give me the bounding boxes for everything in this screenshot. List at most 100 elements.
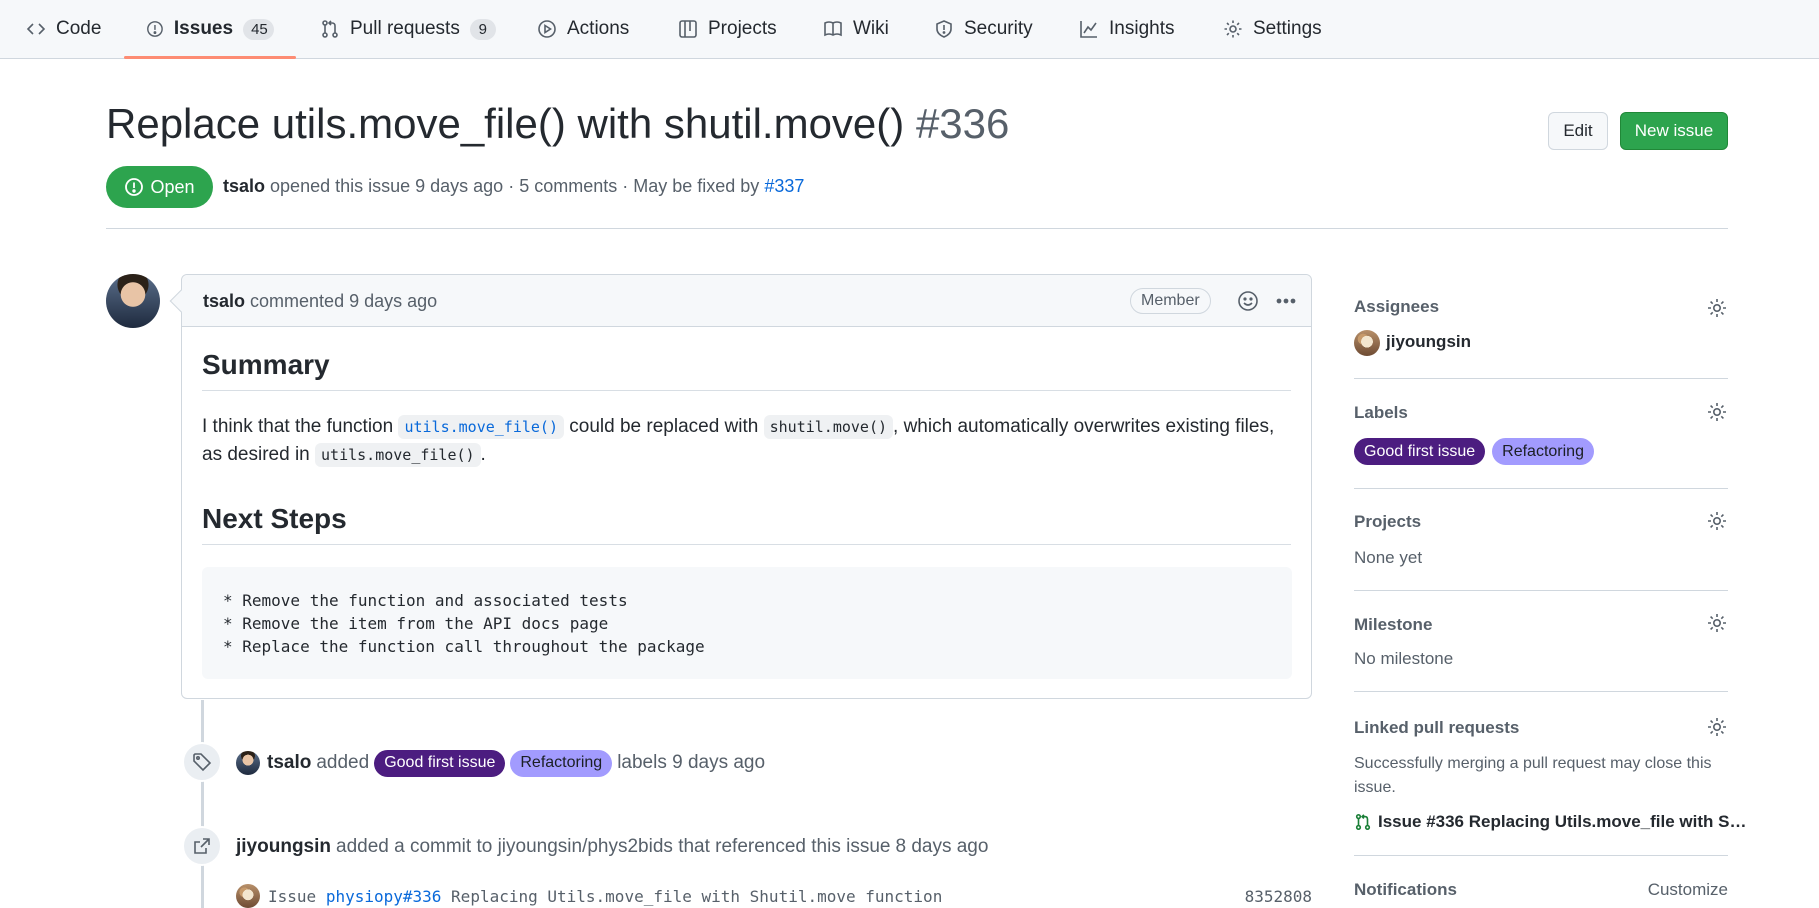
event-verb: added xyxy=(316,752,370,773)
table-icon xyxy=(679,20,697,38)
milestone-value: No milestone xyxy=(1354,649,1454,668)
timeline-badge xyxy=(182,742,222,782)
projects-value: None yet xyxy=(1354,548,1423,567)
tab-label: Security xyxy=(964,18,1033,39)
tab-security[interactable]: Security xyxy=(912,0,1055,58)
shield-icon xyxy=(936,20,952,38)
commit-issue-link[interactable]: physiopy#336 xyxy=(326,887,442,906)
sidebar-linked-prs: Linked pull requests Successfully mergin… xyxy=(1354,703,1746,856)
state-label: Open xyxy=(150,176,195,197)
projects-settings-button[interactable] xyxy=(1706,510,1728,532)
commit-sha-link[interactable]: 8352808 xyxy=(1245,887,1312,906)
git-pull-request-icon xyxy=(1355,813,1371,831)
comment-paragraph: I think that the function utils.move_fil… xyxy=(202,413,1292,469)
kebab-horizontal-icon xyxy=(1276,298,1296,304)
inline-code: utils.move_file() xyxy=(315,443,481,467)
gear-icon xyxy=(1708,614,1726,632)
sidebar-title: Notifications xyxy=(1354,880,1457,899)
tab-issues[interactable]: Issues 45 xyxy=(124,0,296,59)
sidebar-title[interactable]: Linked pull requests xyxy=(1354,718,1519,738)
git-pull-request-icon xyxy=(322,20,338,38)
event-actor-link[interactable]: jiyoungsin xyxy=(236,836,331,858)
next-steps-heading: Next Steps xyxy=(202,503,347,534)
gear-icon xyxy=(1708,718,1726,736)
tab-wiki[interactable]: Wiki xyxy=(801,0,911,58)
tab-code[interactable]: Code xyxy=(4,0,123,58)
heading-rule xyxy=(202,544,1291,545)
commit-message[interactable]: Replacing Utils.move_file with Shutil.mo… xyxy=(451,887,942,906)
tab-label: Pull requests xyxy=(350,18,460,39)
avatar[interactable] xyxy=(106,274,160,328)
sidebar-assignees: Assignees jiyoungsin xyxy=(1354,287,1728,379)
code-icon xyxy=(26,23,46,35)
new-issue-button[interactable]: New issue xyxy=(1620,112,1728,150)
issue-author-link[interactable]: tsalo xyxy=(223,176,265,196)
assignee-link[interactable]: jiyoungsin xyxy=(1386,332,1471,352)
sidebar-title[interactable]: Labels xyxy=(1354,403,1408,423)
body-text: could be replaced with xyxy=(564,416,764,437)
label-list: Good first issue Refactoring xyxy=(1354,438,1594,465)
tab-label: Settings xyxy=(1253,18,1322,39)
book-icon xyxy=(824,21,842,37)
commit-prefix: Issue xyxy=(268,886,317,906)
tab-label: Wiki xyxy=(853,18,889,39)
pull-requests-counter: 9 xyxy=(469,18,496,40)
add-reaction-button[interactable] xyxy=(1235,288,1261,314)
tab-projects[interactable]: Projects xyxy=(656,0,799,58)
tab-insights[interactable]: Insights xyxy=(1057,0,1196,58)
comment-author-link[interactable]: tsalo xyxy=(203,291,245,311)
linked-prs-description: Successfully merging a pull request may … xyxy=(1354,755,1712,796)
summary-heading: Summary xyxy=(202,349,330,380)
tag-icon xyxy=(193,753,212,772)
member-badge: Member xyxy=(1130,288,1211,314)
customize-notifications-link[interactable]: Customize xyxy=(1648,880,1728,900)
gear-icon xyxy=(1708,512,1726,530)
sidebar-labels: Labels Good first issue Refactoring xyxy=(1354,388,1728,489)
code-link[interactable]: utils.move_file() xyxy=(398,415,564,439)
comment-time: commented 9 days ago xyxy=(250,291,438,311)
commit-row: Issue physiopy#336 Replacing Utils.move_… xyxy=(236,884,1312,908)
event-text: added a commit to jiyoungsin/phys2bids t… xyxy=(336,836,891,857)
issue-comment: tsalo commented 9 days ago Member Summar… xyxy=(169,274,1312,699)
avatar[interactable] xyxy=(1354,330,1380,356)
linked-prs-settings-button[interactable] xyxy=(1706,716,1728,738)
play-icon xyxy=(538,20,556,38)
tab-settings[interactable]: Settings xyxy=(1201,0,1344,58)
gear-icon xyxy=(1708,403,1726,421)
repo-nav: Code Issues 45 Pull requests 9 Actions P… xyxy=(0,0,1819,59)
reference-event: jiyoungsin added a commit to jiyoungsin/… xyxy=(236,834,988,860)
event-time: 8 days ago xyxy=(895,836,989,857)
sidebar-title[interactable]: Milestone xyxy=(1354,615,1432,635)
cross-reference-icon xyxy=(194,838,210,854)
issue-meta-text: opened this issue 9 days ago · 5 comment… xyxy=(270,176,760,196)
linked-pr-title: Issue #336 Replacing Utils.move_file wit… xyxy=(1378,812,1747,831)
tab-label: Code xyxy=(56,18,102,39)
avatar[interactable] xyxy=(236,751,260,775)
label-good-first-issue[interactable]: Good first issue xyxy=(1354,438,1486,465)
event-actor-link[interactable]: tsalo xyxy=(267,752,311,774)
edit-button[interactable]: Edit xyxy=(1548,112,1608,150)
issues-counter: 45 xyxy=(243,18,274,40)
header-divider xyxy=(106,228,1728,229)
body-text: I think that the function xyxy=(202,416,399,437)
tab-pull-requests[interactable]: Pull requests 9 xyxy=(298,0,518,58)
fix-pr-link[interactable]: #337 xyxy=(764,176,804,196)
issue-meta: tsalo opened this issue 9 days ago · 5 c… xyxy=(223,176,804,197)
assignees-settings-button[interactable] xyxy=(1706,297,1728,319)
gear-icon xyxy=(1224,20,1242,38)
label-good-first-issue[interactable]: Good first issue xyxy=(374,749,506,777)
issue-opened-icon xyxy=(147,21,163,37)
body-text: . xyxy=(480,444,486,465)
label-refactoring[interactable]: Refactoring xyxy=(1492,438,1594,465)
linked-pr-link[interactable]: Issue #336 Replacing Utils.move_file wit… xyxy=(1354,812,1746,832)
sidebar-title[interactable]: Assignees xyxy=(1354,297,1439,317)
label-refactoring[interactable]: Refactoring xyxy=(510,749,613,777)
tab-label: Issues xyxy=(173,18,234,39)
milestone-settings-button[interactable] xyxy=(1706,612,1728,634)
avatar[interactable] xyxy=(236,884,260,908)
sidebar-title[interactable]: Projects xyxy=(1354,512,1421,532)
tab-actions[interactable]: Actions xyxy=(515,0,651,58)
inline-code: shutil.move() xyxy=(763,415,894,439)
comment-options-button[interactable] xyxy=(1273,288,1299,314)
labels-settings-button[interactable] xyxy=(1706,401,1728,423)
